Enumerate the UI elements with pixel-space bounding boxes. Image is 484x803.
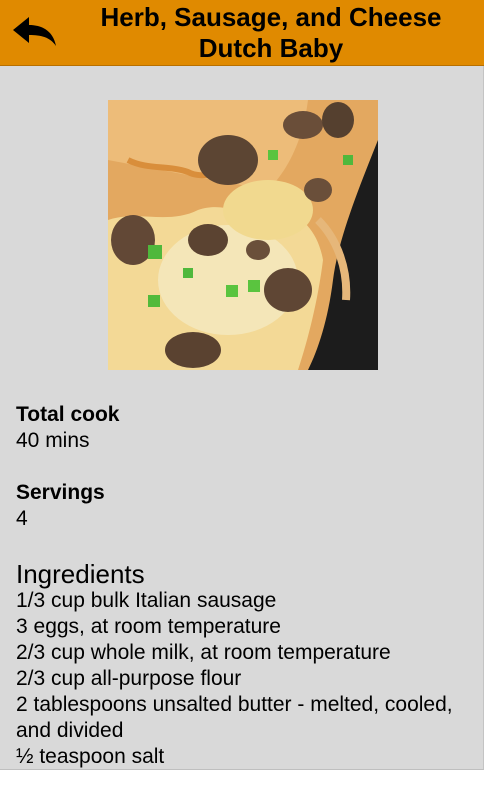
header-bar: Herb, Sausage, and Cheese Dutch Baby — [0, 0, 484, 66]
recipe-content: Total cook 40 mins Servings 4 Ingredient… — [0, 66, 484, 770]
ingredient-item: 2/3 cup whole milk, at room temperature — [16, 641, 391, 664]
back-arrow-icon — [13, 17, 56, 46]
ingredient-item: ½ teaspoon salt — [16, 745, 165, 768]
back-button[interactable] — [8, 12, 60, 54]
ingredients-list: 1/3 cup bulk Italian sausage 3 eggs, at … — [16, 588, 456, 769]
servings-label: Servings — [16, 481, 105, 504]
total-cook-label: Total cook — [16, 403, 120, 426]
page-title: Herb, Sausage, and Cheese Dutch Baby — [100, 2, 442, 63]
servings-value: 4 — [16, 507, 28, 530]
total-cook-value: 40 mins — [16, 429, 90, 452]
ingredients-heading: Ingredients — [16, 559, 145, 589]
dutch-baby-photo — [108, 100, 378, 370]
recipe-screen: Herb, Sausage, and Cheese Dutch Baby Tot… — [0, 0, 484, 803]
ingredient-item: 2/3 cup all-purpose flour — [16, 667, 242, 690]
ingredient-item: 3 eggs, at room temperature — [16, 615, 281, 638]
ingredient-item: 2 tablespoons unsalted butter - melted, … — [16, 693, 453, 742]
ingredient-item: 1/3 cup bulk Italian sausage — [16, 589, 277, 612]
